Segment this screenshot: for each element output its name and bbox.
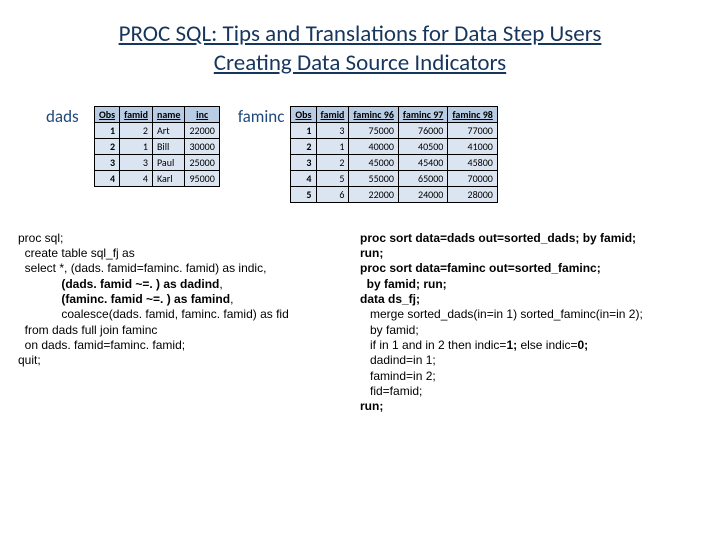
table-header-row: Obs famid name inc xyxy=(95,106,220,122)
data-step-code: proc sort data=dads out=sorted_dads; by … xyxy=(360,231,702,415)
title-line1: PROC SQL: Tips and Translations for Data… xyxy=(119,20,602,48)
dads-group: dads Obs famid name inc 12Art22000 21Bil… xyxy=(46,106,220,187)
table-row: 32450004540045800 xyxy=(291,154,497,170)
faminc-label: faminc xyxy=(238,106,285,127)
col-name: name xyxy=(152,106,184,122)
col-inc: inc xyxy=(185,106,219,122)
faminc-table: Obs famid faminc 96 faminc 97 faminc 98 … xyxy=(290,106,497,203)
faminc-group: faminc Obs famid faminc 96 faminc 97 fam… xyxy=(238,106,498,203)
table-row: 13750007600077000 xyxy=(291,122,497,138)
col-famid: famid xyxy=(316,106,349,122)
table-header-row: Obs famid faminc 96 faminc 97 faminc 98 xyxy=(291,106,497,122)
col-faminc96: faminc 96 xyxy=(349,106,398,122)
table-row: 12Art22000 xyxy=(95,122,220,138)
table-row: 21400004050041000 xyxy=(291,138,497,154)
title-line2: Creating Data Source Indicators xyxy=(214,49,506,77)
table-row: 45550006500070000 xyxy=(291,170,497,186)
table-row: 44Karl95000 xyxy=(95,170,220,186)
col-faminc98: faminc 98 xyxy=(448,106,497,122)
table-row: 33Paul25000 xyxy=(95,154,220,170)
col-famid: famid xyxy=(120,106,153,122)
col-obs: Obs xyxy=(291,106,316,122)
slide-title: PROC SQL: Tips and Translations for Data… xyxy=(0,0,720,78)
dads-table: Obs famid name inc 12Art22000 21Bill3000… xyxy=(94,106,220,187)
code-row: proc sql; create table sql_fj as select … xyxy=(0,203,720,415)
table-row: 56220002400028000 xyxy=(291,186,497,202)
sql-code: proc sql; create table sql_fj as select … xyxy=(18,231,348,415)
table-row: 21Bill30000 xyxy=(95,138,220,154)
col-obs: Obs xyxy=(95,106,120,122)
col-faminc97: faminc 97 xyxy=(398,106,447,122)
tables-row: dads Obs famid name inc 12Art22000 21Bil… xyxy=(0,78,720,203)
dads-label: dads xyxy=(46,106,88,127)
